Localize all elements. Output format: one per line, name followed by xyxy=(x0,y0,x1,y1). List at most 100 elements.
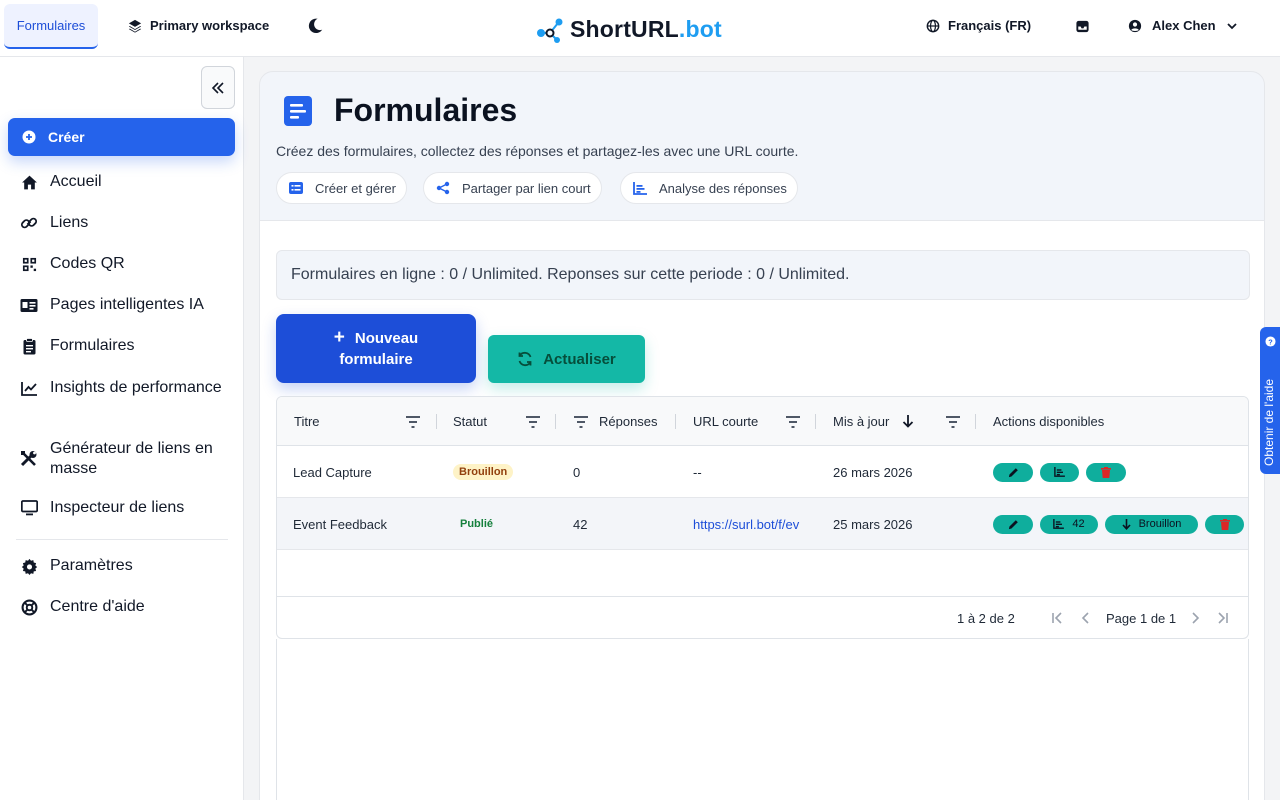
new-form-label-line2: formulaire xyxy=(339,351,413,368)
forms-table: Titre Statut Réponses URL courte Mis à j… xyxy=(276,396,1249,639)
user-avatar-icon xyxy=(1128,19,1142,32)
user-menu[interactable]: Alex Chen xyxy=(1128,18,1238,33)
refresh-icon xyxy=(518,351,532,367)
column-header-statut[interactable]: Statut xyxy=(453,397,487,446)
sidebar-item-inspecteur[interactable]: Inspecteur de liens xyxy=(20,499,235,517)
link-icon xyxy=(20,214,38,232)
delete-button[interactable] xyxy=(1205,514,1244,534)
pagination-range: 1 à 2 de 2 xyxy=(957,610,1015,626)
table-row[interactable]: Event Feedback Publié 42 https://surl.bo… xyxy=(277,498,1248,550)
cell-responses: 42 xyxy=(573,516,588,532)
status-badge: Publié xyxy=(460,518,494,530)
unpublish-button[interactable]: Brouillon xyxy=(1105,514,1198,534)
filter-icon[interactable] xyxy=(786,397,800,446)
first-page-button[interactable] xyxy=(1051,597,1063,638)
last-page-button[interactable] xyxy=(1217,597,1229,638)
sidebar-item-liens[interactable]: Liens xyxy=(20,214,235,232)
sort-arrow-down-icon[interactable] xyxy=(902,397,914,446)
sidebar: Créer Accueil Liens Codes QR Pages intel… xyxy=(0,57,244,800)
column-separator xyxy=(815,414,816,429)
workspace-selector[interactable]: Primary workspace xyxy=(128,18,269,33)
filter-icon[interactable] xyxy=(946,397,960,446)
logo[interactable]: ShortURL.bot xyxy=(536,15,722,43)
cell-updated: 26 mars 2026 xyxy=(833,464,913,480)
column-separator xyxy=(675,414,676,429)
clipboard-icon xyxy=(20,337,38,355)
chip-analysis[interactable]: Analyse des réponses xyxy=(620,172,798,204)
cell-title: Lead Capture xyxy=(293,464,372,480)
sidebar-item-generateur[interactable]: Générateur de liens en masse xyxy=(20,439,235,479)
refresh-label: Actualiser xyxy=(543,350,616,368)
sidebar-item-codes-qr[interactable]: Codes QR xyxy=(20,255,235,273)
workspace-label: Primary workspace xyxy=(150,18,270,33)
chip-label: Analyse des réponses xyxy=(659,180,787,196)
edit-button[interactable] xyxy=(993,514,1033,534)
chip-label: Créer et gérer xyxy=(315,180,396,196)
moon-icon xyxy=(308,18,323,34)
chevron-right-icon xyxy=(1192,612,1200,624)
logo-text: ShortURL.bot xyxy=(570,15,722,42)
sidebar-item-pages-ia[interactable]: Pages intelligentes IA xyxy=(20,296,235,314)
sidebar-item-accueil[interactable]: Accueil xyxy=(20,173,235,191)
inbox-button[interactable] xyxy=(1075,19,1090,39)
sidebar-item-label: Paramètres xyxy=(50,557,133,574)
layers-icon xyxy=(128,19,142,33)
dark-mode-toggle[interactable] xyxy=(306,17,324,40)
bar-chart-icon xyxy=(1053,519,1065,529)
bar-chart-icon xyxy=(633,181,647,195)
tab-formulaires[interactable]: Formulaires xyxy=(4,4,98,49)
chip-share-link[interactable]: Partager par lien court xyxy=(423,172,602,204)
qr-icon xyxy=(20,255,38,273)
sidebar-item-label: Insights de performance xyxy=(50,379,222,396)
pencil-icon xyxy=(1008,519,1018,529)
column-header-reponses[interactable]: Réponses xyxy=(599,397,658,446)
sidebar-item-formulaires[interactable]: Formulaires xyxy=(20,337,235,355)
help-tab-label: Obtenir de l'aide xyxy=(1262,378,1276,466)
column-header-url[interactable]: URL courte xyxy=(693,397,758,446)
pencil-icon xyxy=(1008,467,1018,477)
prev-page-button[interactable] xyxy=(1081,597,1091,638)
row-actions: 42 Brouillon xyxy=(993,498,1248,550)
plus-icon: + xyxy=(333,327,345,348)
logo-nodes-icon xyxy=(537,18,563,43)
new-form-button[interactable]: + Nouveau formulaire xyxy=(276,314,476,383)
status-badge: Brouillon xyxy=(453,446,514,498)
form-icon xyxy=(284,96,312,131)
column-header-titre[interactable]: Titre xyxy=(294,397,320,446)
column-header-mis-a-jour[interactable]: Mis à jour xyxy=(833,397,889,446)
last-page-icon xyxy=(1218,612,1228,624)
short-url-link[interactable]: https://surl.bot/f/ev xyxy=(693,498,815,550)
create-button[interactable]: Créer xyxy=(8,118,235,156)
unpublish-label: Brouillon xyxy=(1138,518,1182,530)
refresh-button[interactable]: Actualiser xyxy=(488,335,645,383)
top-bar: Formulaires Primary workspace ShortURL.b… xyxy=(0,0,1280,57)
filter-icon[interactable] xyxy=(526,397,540,446)
sidebar-item-label: Formulaires xyxy=(50,337,135,354)
sidebar-divider xyxy=(16,539,228,540)
trash-icon xyxy=(1101,466,1111,478)
collapse-sidebar-button[interactable] xyxy=(201,66,235,109)
sidebar-item-centre-aide[interactable]: Centre d'aide xyxy=(20,598,235,616)
next-page-button[interactable] xyxy=(1190,597,1200,638)
chevron-left-icon xyxy=(1081,612,1089,624)
list-card-icon xyxy=(289,182,303,194)
language-selector[interactable]: Français (FR) xyxy=(926,18,1031,33)
sidebar-item-parametres[interactable]: Paramètres xyxy=(20,557,235,575)
filter-icon[interactable] xyxy=(406,397,420,446)
delete-button[interactable] xyxy=(1086,462,1126,482)
sidebar-item-insights[interactable]: Insights de performance xyxy=(20,378,235,398)
table-row[interactable]: Lead Capture Brouillon 0 -- 26 mars 2026 xyxy=(277,446,1248,498)
page-header: Formulaires Créez des formulaires, colle… xyxy=(259,71,1265,221)
edit-button[interactable] xyxy=(993,462,1033,482)
chip-create-manage[interactable]: Créer et gérer xyxy=(276,172,407,204)
table-header: Titre Statut Réponses URL courte Mis à j… xyxy=(277,397,1248,446)
first-page-icon xyxy=(1052,612,1062,624)
home-icon xyxy=(20,173,38,191)
stats-count: 42 xyxy=(1072,518,1085,530)
stats-button[interactable] xyxy=(1040,462,1079,482)
filter-icon[interactable] xyxy=(574,397,588,446)
stats-button[interactable]: 42 xyxy=(1040,514,1098,534)
page-description: Créez des formulaires, collectez des rép… xyxy=(276,143,799,159)
arrow-down-icon xyxy=(1122,518,1131,530)
sidebar-item-label: Inspecteur de liens xyxy=(50,499,185,516)
